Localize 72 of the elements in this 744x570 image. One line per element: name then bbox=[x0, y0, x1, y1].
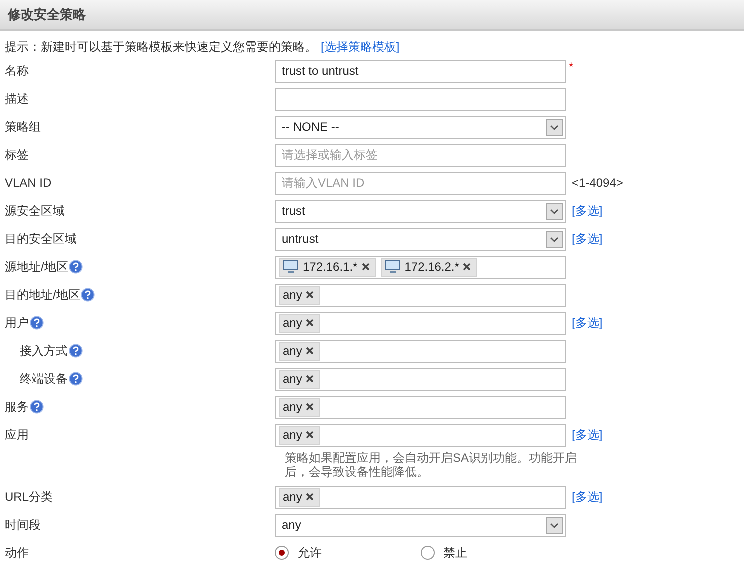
close-icon[interactable] bbox=[306, 431, 314, 439]
text-field[interactable]: 请输入VLAN ID bbox=[275, 172, 566, 194]
multi-select-link[interactable]: [多选] bbox=[572, 202, 603, 220]
close-icon[interactable] bbox=[362, 263, 370, 271]
tag-field[interactable]: any bbox=[275, 486, 566, 508]
tag-text: 172.16.2.* bbox=[404, 260, 460, 274]
text-field[interactable]: 请选择或输入标签 bbox=[275, 144, 566, 166]
field-label: 用户 bbox=[5, 314, 29, 332]
field-label: 标签 bbox=[5, 146, 29, 164]
tag-field[interactable]: any bbox=[275, 396, 566, 418]
hint-text: 提示：新建时可以基于策略模板来快速定义您需要的策略。 bbox=[5, 38, 317, 56]
note-text: 策略如果配置应用，会自动开启SA识别功能。功能开启后，会导致设备性能降低。 bbox=[285, 451, 578, 479]
field-label: 描述 bbox=[5, 90, 29, 108]
radio-label: 禁止 bbox=[444, 544, 468, 562]
help-icon[interactable] bbox=[69, 372, 83, 386]
radio-button[interactable] bbox=[275, 546, 289, 560]
help-icon[interactable] bbox=[30, 316, 44, 330]
tag-text: any bbox=[283, 316, 302, 330]
multi-select-link[interactable]: [多选] bbox=[572, 426, 603, 444]
tag-field[interactable]: any bbox=[275, 284, 566, 306]
field-label: 服务 bbox=[5, 398, 29, 416]
field-label: VLAN ID bbox=[5, 176, 52, 190]
help-icon[interactable] bbox=[69, 260, 84, 274]
tag-field[interactable]: any bbox=[275, 340, 566, 362]
template-link[interactable]: [选择策略模板] bbox=[321, 38, 400, 56]
help-icon[interactable] bbox=[69, 344, 83, 358]
dropdown[interactable]: trust bbox=[275, 200, 566, 222]
close-icon[interactable] bbox=[463, 263, 472, 271]
tag-text: any bbox=[283, 288, 302, 302]
tag-field[interactable]: any bbox=[275, 312, 566, 334]
tag-text: any bbox=[283, 428, 302, 442]
help-icon[interactable] bbox=[30, 400, 44, 414]
dropdown[interactable]: any bbox=[275, 514, 566, 536]
field-label: 源地址/地区 bbox=[5, 258, 68, 276]
field-label: 应用 bbox=[5, 426, 29, 444]
radio-label: 允许 bbox=[298, 544, 322, 562]
tag-field[interactable]: 172.16.1.* 172.16.2.* bbox=[275, 256, 566, 278]
tag-text: any bbox=[283, 490, 302, 504]
field-label: 目的地址/地区 bbox=[5, 286, 80, 304]
field-label: 时间段 bbox=[5, 516, 41, 534]
multi-select-link[interactable]: [多选] bbox=[572, 314, 603, 332]
close-icon[interactable] bbox=[306, 403, 314, 411]
tag-field[interactable]: any bbox=[275, 368, 566, 390]
tag-field[interactable]: any bbox=[275, 424, 566, 446]
required-mark: * bbox=[569, 60, 574, 74]
field-label: 源安全区域 bbox=[5, 202, 65, 220]
field-label: 策略组 bbox=[5, 118, 41, 136]
multi-select-link[interactable]: [多选] bbox=[572, 488, 603, 506]
close-icon[interactable] bbox=[306, 493, 314, 501]
field-label: 目的安全区域 bbox=[5, 230, 77, 248]
dropdown[interactable]: -- NONE -- bbox=[275, 116, 566, 138]
field-label: 名称 bbox=[5, 62, 29, 80]
field-label: 接入方式 bbox=[20, 342, 68, 360]
tag-text: any bbox=[283, 372, 302, 386]
tag-text: 172.16.1.* bbox=[303, 260, 358, 274]
text-field[interactable] bbox=[275, 88, 566, 110]
text-field[interactable]: trust to untrust bbox=[275, 60, 566, 82]
close-icon[interactable] bbox=[306, 347, 314, 355]
tag-text: any bbox=[283, 344, 302, 358]
field-label: 动作 bbox=[5, 544, 29, 562]
help-icon[interactable] bbox=[81, 288, 96, 302]
close-icon[interactable] bbox=[306, 291, 314, 299]
dropdown[interactable]: untrust bbox=[275, 228, 566, 250]
close-icon[interactable] bbox=[306, 319, 314, 327]
field-label: 终端设备 bbox=[20, 370, 68, 388]
multi-select-link[interactable]: [多选] bbox=[572, 230, 603, 248]
radio-button[interactable] bbox=[420, 546, 434, 560]
range-hint: <1-4094> bbox=[572, 176, 624, 190]
tag-text: any bbox=[283, 400, 302, 414]
close-icon[interactable] bbox=[306, 375, 314, 383]
page-title: 修改安全策略 bbox=[8, 6, 86, 24]
field-label: URL分类 bbox=[5, 488, 54, 506]
